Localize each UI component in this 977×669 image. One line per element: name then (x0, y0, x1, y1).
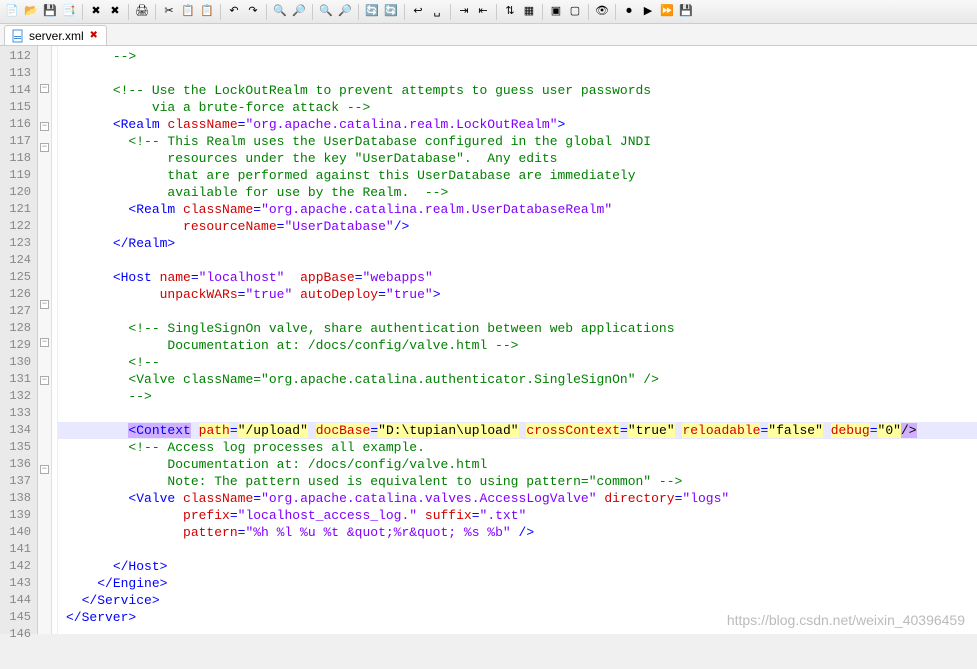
code-line[interactable]: unpackWARs="true" autoDeploy="true"> (66, 286, 977, 303)
code-line[interactable]: <Realm className="org.apache.catalina.re… (66, 116, 977, 133)
code-line[interactable]: </Host> (66, 558, 977, 575)
code-line[interactable]: <Realm className="org.apache.catalina.re… (66, 201, 977, 218)
toolbar-paste-icon[interactable]: 📋 (199, 4, 215, 20)
toolbar-cols-icon[interactable]: ▦ (521, 4, 537, 20)
toolbar-macro-save-icon[interactable]: 💾 (678, 4, 694, 20)
toolbar-word-wrap-icon[interactable]: ↩ (410, 4, 426, 20)
toolbar-closeall-icon[interactable]: ✖ (107, 4, 123, 20)
code-line[interactable]: <Host name="localhost" appBase="webapps" (66, 269, 977, 286)
toolbar-replace-icon[interactable]: 🔎 (291, 4, 307, 20)
toolbar-unfold-icon[interactable]: ▢ (567, 4, 583, 20)
code-line[interactable]: resources under the key "UserDatabase". … (66, 150, 977, 167)
code-line[interactable]: --> (66, 388, 977, 405)
code-line[interactable]: pattern="%h %l %u %t &quot;%r&quot; %s %… (66, 524, 977, 541)
code-line[interactable]: <!-- Use the LockOutRealm to prevent att… (66, 82, 977, 99)
toolbar-hide-icon[interactable]: 👁 (594, 4, 610, 20)
toolbar-copy-icon[interactable]: 📋 (180, 4, 196, 20)
code-line[interactable]: </Service> (66, 592, 977, 609)
file-icon (11, 29, 25, 43)
code-line[interactable]: <!-- (66, 354, 977, 371)
toolbar-indent-icon[interactable]: ⇥ (456, 4, 472, 20)
code-line[interactable]: <!-- Access log processes all example. (66, 439, 977, 456)
toolbar-macro-play-icon[interactable]: ▶ (640, 4, 656, 20)
code-area[interactable]: --> <!-- Use the LockOutRealm to prevent… (58, 46, 977, 634)
toolbar: 📄📂💾📑✖✖🖨✂📋📋↶↷🔍🔎🔍🔎🔄🔄↩␣⇥⇤⇅▦▣▢👁⏺▶⏩💾 (0, 0, 977, 24)
code-line[interactable]: </Realm> (66, 235, 977, 252)
toolbar-show-ws-icon[interactable]: ␣ (429, 4, 445, 20)
toolbar-refresh-icon[interactable]: 🔄 (383, 4, 399, 20)
code-editor[interactable]: 1121131141151161171181191201211221231241… (0, 46, 977, 634)
toolbar-print-icon[interactable]: 🖨 (134, 4, 150, 20)
toolbar-saveall-icon[interactable]: 📑 (61, 4, 77, 20)
toolbar-sync-icon[interactable]: 🔄 (364, 4, 380, 20)
toolbar-sort-icon[interactable]: ⇅ (502, 4, 518, 20)
code-line[interactable] (66, 405, 977, 422)
code-line[interactable] (66, 252, 977, 269)
code-line[interactable]: <Valve className="org.apache.catalina.au… (66, 371, 977, 388)
toolbar-new-icon[interactable]: 📄 (4, 4, 20, 20)
toolbar-outdent-icon[interactable]: ⇤ (475, 4, 491, 20)
code-line[interactable]: available for use by the Realm. --> (66, 184, 977, 201)
tab-filename: server.xml (29, 29, 84, 43)
code-line[interactable]: resourceName="UserDatabase"/> (66, 218, 977, 235)
toolbar-open-icon[interactable]: 📂 (23, 4, 39, 20)
code-line[interactable] (66, 65, 977, 82)
toolbar-undo-icon[interactable]: ↶ (226, 4, 242, 20)
close-tab-icon[interactable]: ✖ (88, 30, 100, 42)
toolbar-find-icon[interactable]: 🔍 (272, 4, 288, 20)
code-line[interactable] (66, 541, 977, 558)
toolbar-macro-fast-icon[interactable]: ⏩ (659, 4, 675, 20)
code-line[interactable]: Documentation at: /docs/config/valve.htm… (66, 456, 977, 473)
code-line[interactable]: prefix="localhost_access_log." suffix=".… (66, 507, 977, 524)
tab-bar: server.xml ✖ (0, 24, 977, 46)
code-line[interactable]: <!-- This Realm uses the UserDatabase co… (66, 133, 977, 150)
code-line[interactable]: via a brute-force attack --> (66, 99, 977, 116)
code-line[interactable] (66, 303, 977, 320)
fold-gutter[interactable]: −−−−−−− (38, 46, 52, 634)
code-line[interactable]: <Valve className="org.apache.catalina.va… (66, 490, 977, 507)
code-line[interactable]: that are performed against this UserData… (66, 167, 977, 184)
toolbar-redo-icon[interactable]: ↷ (245, 4, 261, 20)
file-tab-server-xml[interactable]: server.xml ✖ (4, 25, 107, 45)
code-line[interactable] (66, 626, 977, 643)
code-line[interactable]: </Engine> (66, 575, 977, 592)
toolbar-zoom-in-icon[interactable]: 🔍 (318, 4, 334, 20)
code-line[interactable]: <!-- SingleSignOn valve, share authentic… (66, 320, 977, 337)
toolbar-macro-rec-icon[interactable]: ⏺ (621, 4, 637, 20)
toolbar-cut-icon[interactable]: ✂ (161, 4, 177, 20)
code-line[interactable]: --> (66, 48, 977, 65)
code-line[interactable]: Documentation at: /docs/config/valve.htm… (66, 337, 977, 354)
line-number-gutter: 1121131141151161171181191201211221231241… (0, 46, 38, 634)
toolbar-zoom-out-icon[interactable]: 🔎 (337, 4, 353, 20)
code-line[interactable]: <Context path="/upload" docBase="D:\tupi… (66, 422, 977, 439)
toolbar-fold-icon[interactable]: ▣ (548, 4, 564, 20)
code-line[interactable]: </Server> (66, 609, 977, 626)
toolbar-close-icon[interactable]: ✖ (88, 4, 104, 20)
toolbar-save-icon[interactable]: 💾 (42, 4, 58, 20)
code-line[interactable]: Note: The pattern used is equivalent to … (66, 473, 977, 490)
